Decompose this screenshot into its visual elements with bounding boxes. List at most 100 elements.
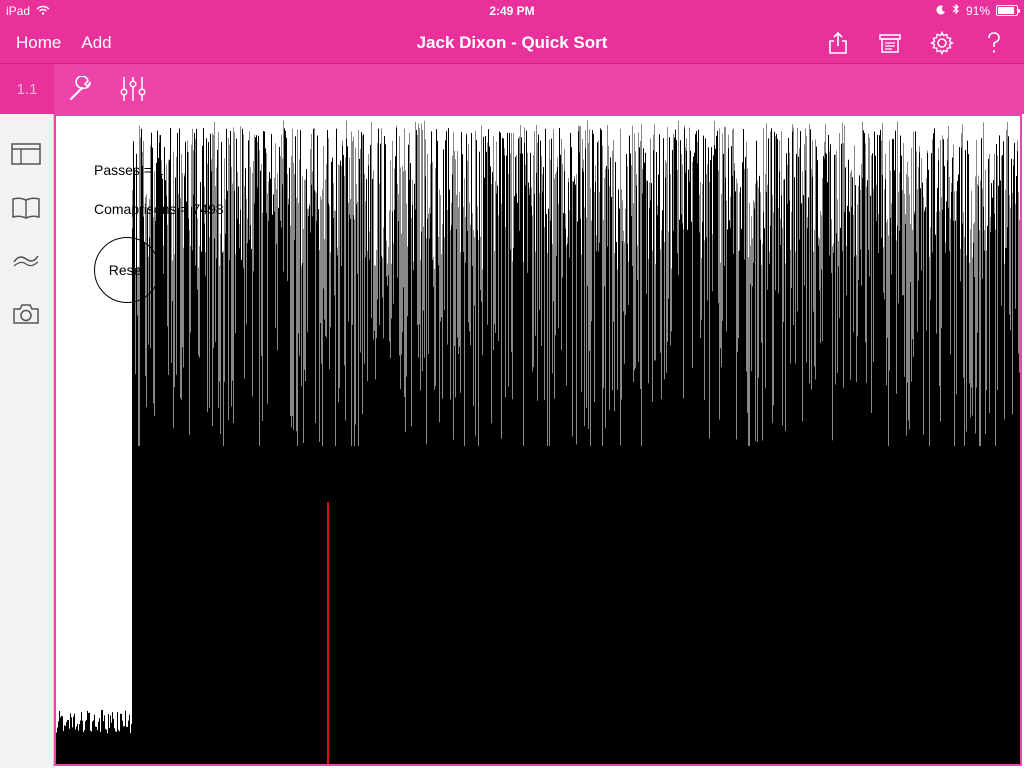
- sort-bar: [61, 715, 62, 764]
- sort-bar: [97, 730, 98, 764]
- sort-bar: [116, 731, 117, 764]
- share-icon[interactable]: [822, 28, 854, 58]
- gesture-icon[interactable]: [10, 246, 42, 274]
- sort-bar: [100, 731, 101, 764]
- sort-bar: [66, 722, 67, 764]
- sort-bar: [83, 731, 84, 764]
- sort-bar: [101, 710, 102, 764]
- sort-bar: [77, 723, 78, 764]
- sort-bar: [122, 720, 123, 764]
- sort-bar: [106, 729, 107, 764]
- sort-bar: [131, 724, 132, 764]
- sort-bar: [86, 719, 87, 764]
- battery-fill: [998, 7, 1015, 14]
- sort-bars-base: [132, 446, 1020, 764]
- sort-bar: [80, 720, 81, 764]
- sort-bar: [81, 712, 82, 764]
- sort-bar: [60, 717, 61, 764]
- sort-bar: [82, 720, 83, 764]
- document-icon[interactable]: [874, 28, 906, 58]
- nav-right: [822, 28, 1010, 58]
- sort-bar: [115, 731, 116, 764]
- sort-bar: [130, 732, 131, 764]
- sort-bar: [114, 728, 115, 764]
- sort-bar: [108, 714, 109, 764]
- sort-bar: [104, 715, 105, 764]
- sort-bar: [98, 721, 99, 764]
- comparisons-label: Comaprisons = 7498: [94, 201, 224, 217]
- document-layout-icon[interactable]: [10, 140, 42, 168]
- sort-bar: [87, 710, 88, 764]
- sort-bar: [113, 718, 114, 764]
- sort-bar: [63, 730, 64, 764]
- sort-bar: [110, 715, 111, 764]
- status-time: 2:49 PM: [489, 4, 535, 18]
- passes-label: Passes = 1: [94, 162, 164, 178]
- sort-visualization-canvas[interactable]: Passes = 1 Comaprisons = 7498 Reset: [54, 114, 1022, 766]
- sort-bar: [91, 731, 92, 764]
- sort-bar: [112, 712, 113, 764]
- sort-bar: [62, 716, 63, 764]
- sort-bar: [58, 721, 59, 764]
- help-icon[interactable]: [978, 28, 1010, 58]
- add-button[interactable]: Add: [81, 33, 111, 53]
- sort-bar: [93, 720, 94, 764]
- sort-bar: [84, 730, 85, 764]
- sort-bar: [117, 712, 118, 764]
- nav-left: Home Add: [16, 33, 112, 53]
- sort-bar: [85, 721, 86, 764]
- sort-bar: [105, 728, 106, 764]
- sort-bar: [119, 731, 120, 764]
- sort-bar: [127, 726, 128, 764]
- sort-bar: [65, 726, 66, 764]
- battery-percent: 91%: [965, 3, 990, 18]
- sort-bar: [76, 726, 77, 764]
- sort-bar: [124, 725, 125, 764]
- nav-bar: Home Add Jack Dixon - Quick Sort: [0, 22, 1024, 64]
- sort-bar: [129, 714, 130, 764]
- sort-bar: [121, 713, 122, 764]
- sort-bar: [111, 722, 112, 764]
- sort-bar: [125, 710, 126, 764]
- sort-bar: [57, 727, 58, 764]
- sort-bar: [89, 712, 90, 764]
- tool-icons: [66, 74, 148, 104]
- moon-icon: [936, 4, 946, 18]
- reset-button[interactable]: Reset: [94, 237, 160, 303]
- sort-bar: [94, 714, 95, 764]
- sort-bar: [79, 724, 80, 764]
- settings-gear-icon[interactable]: [926, 28, 958, 58]
- sort-bar: [109, 727, 110, 764]
- sort-bar: [72, 727, 73, 764]
- status-right: 91%: [936, 3, 1020, 18]
- sort-bar: [74, 713, 75, 764]
- sort-bar: [71, 717, 72, 764]
- sort-bar: [56, 732, 57, 764]
- app-window: iPad 2:49 PM 91% Home Add Jack Dixon - Q…: [0, 0, 1024, 768]
- status-bar: iPad 2:49 PM 91%: [0, 0, 1024, 22]
- sort-bar: [68, 720, 69, 764]
- sort-bar: [99, 718, 100, 764]
- camera-icon[interactable]: [10, 300, 42, 328]
- sliders-icon[interactable]: [118, 74, 148, 104]
- sort-bar: [102, 710, 103, 764]
- sort-bar: [64, 725, 65, 764]
- book-icon[interactable]: [10, 194, 42, 222]
- sort-bar: [95, 726, 96, 764]
- sort-bar: [90, 730, 91, 764]
- sort-bar: [120, 713, 121, 764]
- sort-bar: [73, 716, 74, 764]
- sort-bar: [128, 720, 129, 764]
- sort-bar: [92, 721, 93, 764]
- sidebar: [0, 114, 54, 768]
- sort-bar: [126, 726, 127, 764]
- sort-bar: [103, 721, 104, 764]
- wrench-icon[interactable]: [66, 74, 96, 104]
- toolbar: 1.1: [0, 64, 1024, 114]
- sort-bar: [69, 728, 70, 764]
- page-tab-1-1[interactable]: 1.1: [0, 64, 54, 114]
- sort-bar: [67, 719, 68, 764]
- sort-bar: [123, 726, 124, 764]
- sort-bar: [59, 710, 60, 764]
- home-button[interactable]: Home: [16, 33, 61, 53]
